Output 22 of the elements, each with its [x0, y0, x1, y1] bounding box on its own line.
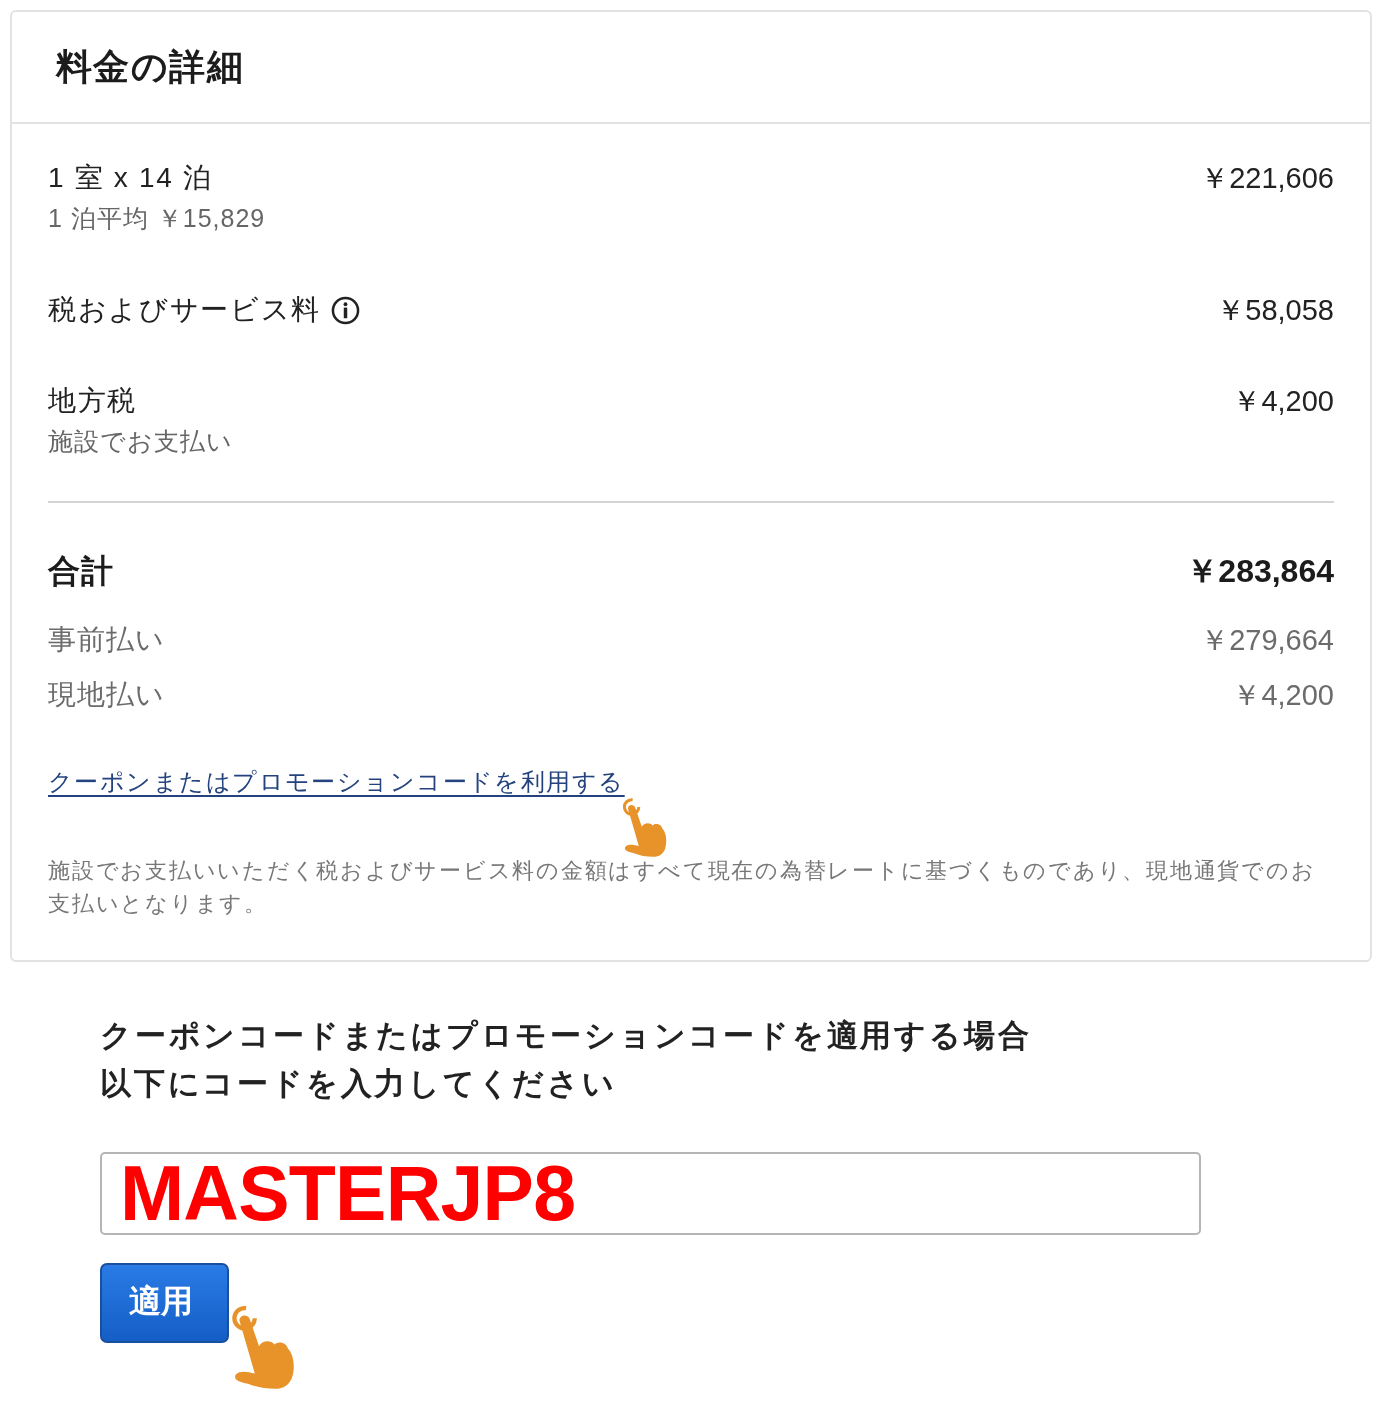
total-label: 合計: [48, 552, 115, 591]
card-title: 料金の詳細: [56, 45, 245, 89]
line-item-amount: ￥221,606: [1200, 161, 1334, 196]
total-amount: ￥283,864: [1186, 552, 1334, 591]
apply-button[interactable]: 適用: [100, 1263, 229, 1343]
line-item-sublabel: 施設でお支払い: [48, 426, 233, 457]
coupon-heading: クーポンコードまたはプロモーションコードを適用する場合: [100, 1017, 1032, 1055]
info-icon[interactable]: [331, 295, 361, 325]
tax-note: 施設でお支払いいただく税およびサービス料の金額はすべて現在の為替レートに基づくものであり、現地通貨でのお支払いとなります。: [48, 857, 1317, 918]
line-item-label: 税およびサービス料: [48, 293, 322, 327]
line-item-amount: ￥58,058: [1216, 293, 1334, 328]
payment-amount: ￥279,664: [1200, 623, 1334, 658]
code-input-field[interactable]: MASTERJP8: [100, 1152, 1201, 1235]
line-item-amount: ￥4,200: [1232, 384, 1334, 419]
payment-label: 事前払い: [48, 623, 166, 657]
payment-label: 現地払い: [48, 678, 166, 712]
line-item-label: 地方税: [48, 384, 138, 418]
coupon-heading: 以下にコードを入力してください: [100, 1065, 617, 1103]
payment-amount: ￥4,200: [1232, 678, 1334, 713]
line-item-sublabel: 1 泊平均 ￥15,829: [48, 203, 266, 234]
coupon-link[interactable]: クーポンまたはプロモーションコードを利用する: [48, 766, 625, 798]
line-item-label: 1 室 x 14 泊: [48, 161, 213, 195]
